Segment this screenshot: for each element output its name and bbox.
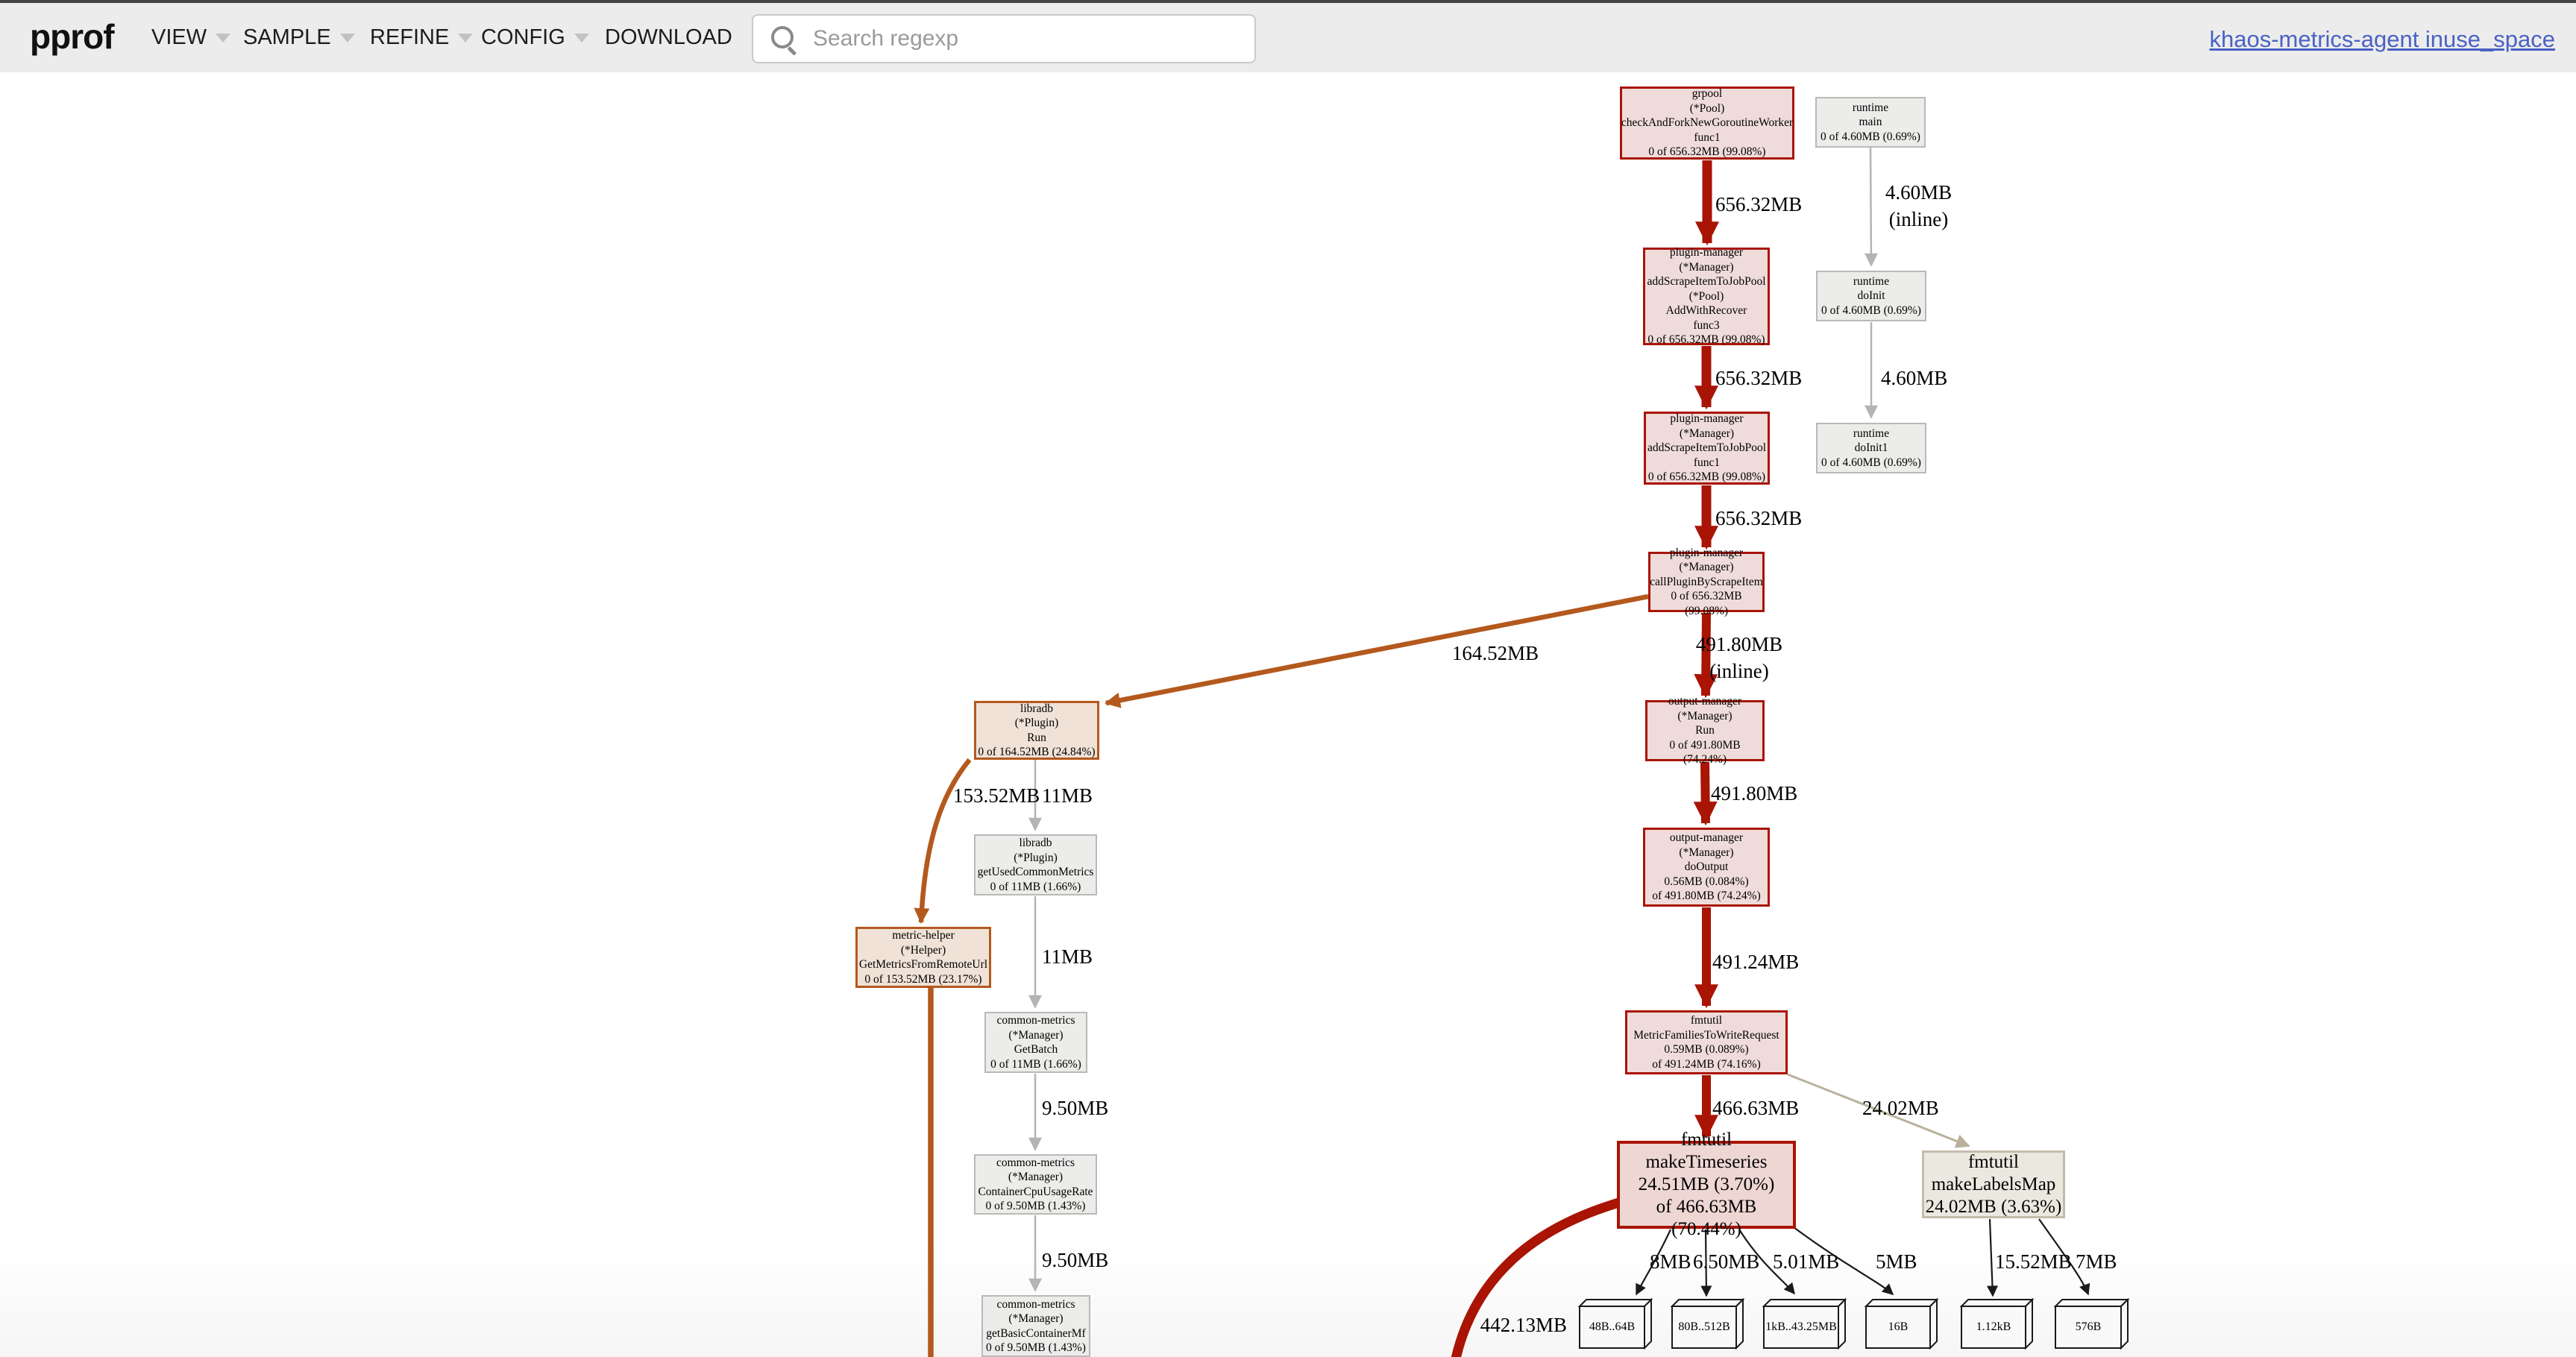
toolbar: pprof VIEW SAMPLE REFINE CONFIG DOWNLOAD…: [0, 0, 2576, 72]
chevron-down-icon: [574, 34, 589, 42]
menu-download-label: DOWNLOAD: [605, 25, 732, 49]
pprof-logo: pprof: [30, 16, 114, 57]
menu-config[interactable]: CONFIG: [481, 25, 589, 50]
chevron-down-icon: [458, 34, 473, 42]
node-fmtutil-maketimeseries[interactable]: fmtutil makeTimeseries 24.51MB (3.70%) o…: [1617, 1141, 1796, 1229]
edge-label-501mb: 5.01MB: [1773, 1248, 1839, 1275]
edge-label-15352mb: 153.52MB: [953, 782, 1040, 809]
edge-label-1552mb: 15.52MB: [1995, 1248, 2072, 1275]
node-pluginmanager-addscrapeitemtojobpool-addwithrecover[interactable]: plugin-manager (*Manager) addScrapeItemT…: [1643, 248, 1770, 345]
leaf-48b-64b[interactable]: 48B..64B: [1580, 1306, 1644, 1348]
search-container: [752, 14, 1256, 63]
call-graph: grpool (*Pool) checkAndForkNewGoroutineW…: [0, 72, 2576, 1357]
menu-view-label: VIEW: [151, 25, 207, 49]
search-icon: [771, 26, 794, 48]
node-commonmetrics-containercpuusagerate[interactable]: common-metrics (*Manager) ContainerCpuUs…: [974, 1154, 1097, 1215]
leaf-16b[interactable]: 16B: [1866, 1306, 1930, 1348]
leaf-80b-512b[interactable]: 80B..512B: [1672, 1306, 1736, 1348]
node-commonmetrics-getbatch[interactable]: common-metrics (*Manager) GetBatch 0 of …: [984, 1012, 1087, 1073]
edge-label-49180mb: 491.80MB: [1711, 780, 1797, 807]
edge-label-44213mb: 442.13MB: [1414, 1312, 1567, 1338]
edge-label-7mb: 7MB: [2076, 1248, 2117, 1275]
edge-label-950mb-1: 9.50MB: [1042, 1095, 1108, 1121]
edge-label-8mb: 8MB: [1650, 1248, 1691, 1275]
menu-refine-label: REFINE: [370, 25, 449, 49]
menu-config-label: CONFIG: [481, 25, 565, 49]
edge-label-46663mb: 466.63MB: [1712, 1095, 1799, 1121]
menu-sample[interactable]: SAMPLE: [243, 25, 355, 50]
search-input[interactable]: [752, 14, 1256, 63]
node-fmtutil-metricfamiliestowriterequest[interactable]: fmtutil MetricFamiliesToWriteRequest 0.5…: [1625, 1010, 1788, 1074]
menu-refine[interactable]: REFINE: [370, 25, 473, 50]
leaf-1kb-4325mb[interactable]: 1kB..43.25MB: [1764, 1306, 1838, 1348]
node-commonmetrics-getbasiccontainermf[interactable]: common-metrics (*Manager) getBasicContai…: [981, 1295, 1090, 1357]
edge-run-to-dooutput: [1705, 762, 1706, 823]
node-pluginmanager-callpluginbyscrapeitem[interactable]: plugin-manager (*Manager) callPluginBySc…: [1648, 552, 1765, 612]
edge-makelabelsmap-to-112kb: [1990, 1219, 1993, 1296]
edge-label-656mb-2: 656.32MB: [1715, 365, 1802, 391]
node-metrichelper-getmetricsfromremoteurl[interactable]: metric-helper (*Helper) GetMetricsFromRe…: [855, 927, 991, 988]
leaf-112kb[interactable]: 1.12kB: [1961, 1306, 2026, 1348]
edge-label-656mb-3: 656.32MB: [1715, 505, 1802, 532]
edge-label-16452mb: 164.52MB: [1421, 640, 1570, 667]
edge-label-49124mb: 491.24MB: [1712, 948, 1799, 975]
menu-view[interactable]: VIEW: [151, 25, 230, 50]
chevron-down-icon: [340, 34, 355, 42]
menu-download[interactable]: DOWNLOAD: [605, 25, 732, 50]
node-outputmanager-run[interactable]: output-manager (*Manager) Run 0 of 491.8…: [1645, 700, 1765, 761]
edge-label-656mb-1: 656.32MB: [1715, 191, 1802, 218]
node-runtime-doinit1[interactable]: runtime doInit1 0 of 4.60MB (0.69%): [1816, 423, 1926, 473]
graph-canvas: [0, 72, 2576, 1357]
node-outputmanager-dooutput[interactable]: output-manager (*Manager) doOutput 0.56M…: [1643, 828, 1770, 907]
edge-label-11mb-2: 11MB: [1042, 943, 1093, 970]
menu-sample-label: SAMPLE: [243, 25, 331, 49]
edge-label-5mb: 5MB: [1876, 1248, 1917, 1275]
node-fmtutil-makelabelsmap[interactable]: fmtutil makeLabelsMap 24.02MB (3.63%): [1922, 1150, 2065, 1218]
profile-link[interactable]: khaos-metrics-agent inuse_space: [2209, 26, 2555, 53]
node-libradb-run[interactable]: libradb (*Plugin) Run 0 of 164.52MB (24.…: [974, 701, 1099, 760]
chevron-down-icon: [216, 34, 230, 42]
edge-label-2402mb: 24.02MB: [1862, 1095, 1939, 1121]
edge-label-950mb-2: 9.50MB: [1042, 1247, 1108, 1273]
node-grpool-checkandforknewgoroutineworker[interactable]: grpool (*Pool) checkAndForkNewGoroutineW…: [1620, 86, 1794, 160]
edge-label-460mb: 4.60MB: [1881, 365, 1947, 391]
edge-label-650mb: 6.50MB: [1693, 1248, 1759, 1275]
edge-label-460mb-inline: 4.60MB (inline): [1850, 179, 1988, 233]
node-libradb-getusedcommonmetrics[interactable]: libradb (*Plugin) getUsedCommonMetrics 0…: [974, 834, 1097, 895]
node-pluginmanager-addscrapeitemtojobpool-func1[interactable]: plugin-manager (*Manager) addScrapeItemT…: [1644, 412, 1770, 485]
edge-label-11mb-1: 11MB: [1042, 782, 1093, 809]
edge-label-49180mb-inline: 491.80MB (inline): [1665, 631, 1814, 684]
node-runtime-main[interactable]: runtime main 0 of 4.60MB (0.69%): [1815, 97, 1926, 148]
node-runtime-doinit[interactable]: runtime doInit 0 of 4.60MB (0.69%): [1816, 271, 1926, 321]
leaf-576b[interactable]: 576B: [2055, 1306, 2121, 1348]
